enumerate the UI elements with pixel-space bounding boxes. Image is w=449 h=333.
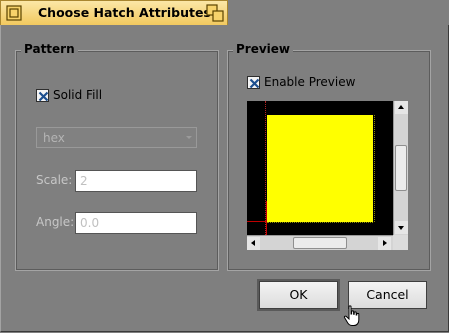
scrollbar-corner	[393, 235, 408, 250]
window-title: Choose Hatch Attributes	[38, 5, 211, 20]
swatch-edge-right	[374, 115, 375, 222]
window-menu-icon[interactable]	[6, 5, 22, 21]
pattern-select-value: hex	[43, 131, 65, 145]
pattern-group: Pattern	[15, 42, 219, 271]
solid-fill-label: Solid Fill	[53, 88, 103, 102]
scroll-right-button[interactable]	[378, 237, 391, 250]
scale-input[interactable]: 2	[75, 170, 197, 192]
title-bar[interactable]: Choose Hatch Attributes	[0, 0, 228, 25]
enable-preview-label: Enable Preview	[264, 75, 356, 89]
horizontal-scroll-thumb[interactable]	[293, 237, 347, 249]
angle-label: Angle:	[36, 215, 75, 229]
swatch-edge-bottom	[267, 222, 373, 223]
hatch-dialog: Choose Hatch Attributes Pattern Solid Fi…	[0, 0, 449, 333]
chevron-down-icon	[186, 136, 192, 139]
preview-horizontal-scrollbar[interactable]	[247, 235, 393, 250]
arrow-down-icon	[398, 226, 404, 230]
maximize-icon[interactable]	[206, 4, 224, 22]
preview-vertical-scrollbar[interactable]	[393, 101, 408, 235]
hand-cursor-icon	[343, 305, 360, 326]
scroll-left-button[interactable]	[247, 237, 260, 250]
scroll-down-button[interactable]	[395, 221, 408, 234]
pattern-select[interactable]: hex	[36, 127, 197, 148]
vertical-scroll-thumb[interactable]	[395, 145, 407, 191]
scale-label: Scale:	[36, 173, 73, 187]
origin-marker-y	[266, 201, 267, 235]
hatch-fill-swatch	[267, 115, 373, 222]
origin-marker-x	[247, 221, 267, 222]
enable-preview-checkbox[interactable]	[247, 76, 260, 89]
arrow-right-icon	[383, 240, 387, 246]
arrow-left-icon	[251, 240, 255, 246]
preview-canvas[interactable]	[247, 101, 393, 235]
preview-legend: Preview	[233, 42, 294, 56]
scroll-up-button[interactable]	[395, 101, 408, 114]
arrow-up-icon	[398, 105, 404, 109]
solid-fill-checkbox[interactable]	[36, 89, 49, 102]
angle-input[interactable]: 0.0	[75, 212, 197, 234]
ok-button[interactable]: OK	[259, 281, 338, 309]
check-icon	[38, 91, 49, 102]
pattern-legend: Pattern	[21, 42, 78, 56]
check-icon	[249, 78, 260, 89]
